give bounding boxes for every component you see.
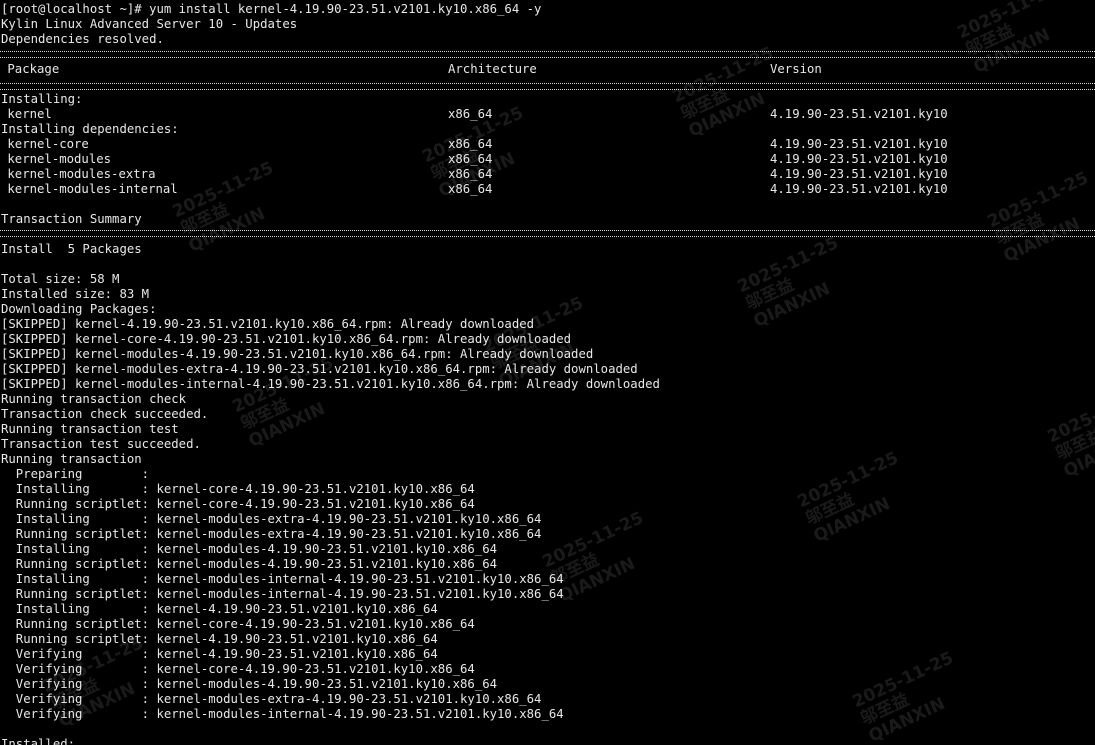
table-row: kernel-modules-extra x86_64 4.19.90-23.5… [0,167,1095,182]
install-count-line: Install 5 Packages [1,242,142,256]
watermark-date: 2025-11-25 [849,648,957,713]
package-name: kernel [0,107,52,121]
watermark: 2025-11-25 邬至益 QIANXIN [849,648,973,745]
transaction-step-line: Running scriptlet: kernel-modules-4.19.9… [1,557,498,571]
shell-command-line: [root@localhost ~]# yum install kernel-4… [1,2,542,16]
table-top-rule [0,51,1095,58]
transaction-check-line: Running transaction check [1,392,187,406]
package-version: 4.19.90-23.51.v2101.ky10 [770,152,948,166]
package-arch: x86_64 [448,107,493,121]
package-name: kernel-modules-internal [0,182,178,196]
repo-line: Kylin Linux Advanced Server 10 - Updates [1,17,298,31]
transaction-step-line: Verifying : kernel-modules-extra-4.19.90… [1,692,542,706]
transaction-step-line: Running scriptlet: kernel-4.19.90-23.51.… [1,632,438,646]
watermark-org: QIANXIN [750,278,834,332]
transaction-check-line: Transaction test succeeded. [1,437,201,451]
skipped-line: [SKIPPED] kernel-modules-internal-4.19.9… [1,377,660,391]
terminal-window[interactable]: [root@localhost ~]# yum install kernel-4… [0,0,1095,745]
watermark: 2025-11-25 邬至益 QIANXIN [734,233,858,332]
transaction-step-line: Verifying : kernel-4.19.90-23.51.v2101.k… [1,647,438,661]
skipped-line: [SKIPPED] kernel-modules-extra-4.19.90-2… [1,362,638,376]
package-arch: x86_64 [448,167,493,181]
transaction-check-line: Running transaction test [1,422,179,436]
watermark-org: QIANXIN [185,203,269,257]
transaction-step-line: Verifying : kernel-modules-internal-4.19… [1,707,564,721]
skipped-line: [SKIPPED] kernel-core-4.19.90-23.51.v210… [1,332,572,346]
package-arch: x86_64 [448,152,493,166]
package-name: kernel-core [0,137,89,151]
watermark-org: QIANXIN [245,398,329,452]
watermark: 2025-11-25 邬至益 QIANXIN [1044,383,1095,482]
watermark-date: 2025-11-25 [1044,383,1095,448]
watermark-date: 2025-11-25 [954,0,1062,44]
watermark-org: QIANXIN [1060,428,1095,482]
installed-size-line: Installed size: 83 M [1,287,150,301]
table-row: kernel-modules x86_64 4.19.90-23.51.v210… [0,152,1095,167]
package-name: kernel-modules [0,152,112,166]
transaction-step-line: Installing : kernel-modules-4.19.90-23.5… [1,542,498,556]
installed-section-label: Installed: [1,737,76,745]
transaction-step-line: Installing : kernel-modules-internal-4.1… [1,572,564,586]
transaction-check-line: Running transaction [1,452,142,466]
deps-resolved-line: Dependencies resolved. [1,32,164,46]
package-version: 4.19.90-23.51.v2101.ky10 [770,137,948,151]
transaction-step-line: Installing : kernel-4.19.90-23.51.v2101.… [1,602,438,616]
package-version: 4.19.90-23.51.v2101.ky10 [770,182,948,196]
watermark-name: 邬至益 [547,549,603,590]
transaction-step-line: Running scriptlet: kernel-modules-extra-… [1,527,542,541]
transaction-step-line: Running scriptlet: kernel-modules-intern… [1,587,564,601]
package-arch: x86_64 [448,137,493,151]
package-version: 4.19.90-23.51.v2101.ky10 [770,167,948,181]
transaction-check-line: Transaction check succeeded. [1,407,209,421]
column-header-version: Version [770,62,822,76]
column-header-package: Package [0,62,60,76]
transaction-step-line: Installing : kernel-modules-extra-4.19.9… [1,512,542,526]
watermark-date: 2025-11-25 [539,508,647,573]
transaction-step-line: Installing : kernel-core-4.19.90-23.51.v… [1,482,475,496]
watermark-date: 2025-11-25 [734,233,842,298]
table-row: kernel x86_64 4.19.90-23.51.v2101.ky10 [0,107,1095,122]
skipped-line: [SKIPPED] kernel-4.19.90-23.51.v2101.ky1… [1,317,535,331]
watermark-org: QIANXIN [865,693,949,745]
transaction-step-line: Verifying : kernel-core-4.19.90-23.51.v2… [1,662,475,676]
watermark: 2025-11-25 邬至益 QIANXIN [670,43,793,142]
package-name: kernel-modules-extra [0,167,156,181]
total-size-line: Total size: 58 M [1,272,120,286]
package-arch: x86_64 [448,182,493,196]
column-header-architecture: Architecture [448,62,537,76]
watermark-name: 邬至益 [857,689,913,730]
summary-rule [0,230,1095,237]
table-header: Package Architecture Version [0,62,1095,77]
table-header-rule [0,83,1095,90]
transaction-summary-title: Transaction Summary [1,212,142,226]
downloading-line: Downloading Packages: [1,302,157,316]
watermark-name: 邬至益 [742,274,798,315]
installing-section-label: Installing: [1,92,83,106]
watermark-org: QIANXIN [810,493,894,547]
skipped-line: [SKIPPED] kernel-modules-4.19.90-23.51.v… [1,347,594,361]
table-row: kernel-core x86_64 4.19.90-23.51.v2101.k… [0,137,1095,152]
transaction-step-line: Preparing : [1,467,150,481]
transaction-step-line: Verifying : kernel-modules-4.19.90-23.51… [1,677,498,691]
package-version: 4.19.90-23.51.v2101.ky10 [770,107,948,121]
transaction-step-line: Running scriptlet: kernel-core-4.19.90-2… [1,617,475,631]
watermark-org: QIANXIN [555,553,639,607]
deps-section-label: Installing dependencies: [1,122,179,136]
watermark-name: 邬至益 [802,489,858,530]
watermark-date: 2025-11-25 [794,448,902,513]
transaction-step-line: Running scriptlet: kernel-core-4.19.90-2… [1,497,475,511]
table-row: kernel-modules-internal x86_64 4.19.90-2… [0,182,1095,197]
watermark: 2025-11-25 邬至益 QIANXIN [794,448,918,547]
watermark-name: 邬至益 [1052,424,1095,465]
